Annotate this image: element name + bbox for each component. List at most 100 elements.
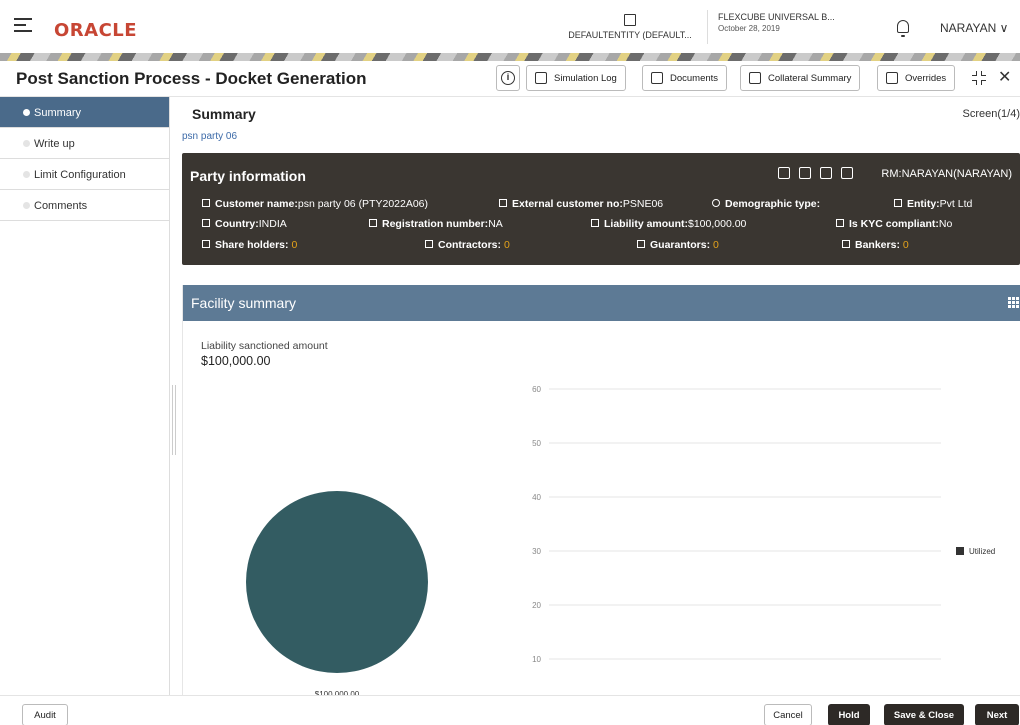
simulation-log-label: Simulation Log (554, 72, 617, 84)
app-selector[interactable]: FLEXCUBE UNIVERSAL B... October 28, 2019 (718, 12, 868, 34)
link-icon[interactable] (841, 167, 853, 179)
entity-icon (894, 199, 902, 207)
guarantors-field: Guarantors: 0 (637, 239, 719, 251)
overrides-label: Overrides (905, 72, 947, 84)
search-log-icon (535, 72, 547, 84)
relationship-manager: RM:NARAYAN(NARAYAN) (881, 168, 1012, 180)
shareholders-field: Share holders: 0 (202, 239, 297, 251)
documents-icon (651, 72, 663, 84)
liability-amount-field: Liability amount:$100,000.00 (591, 218, 746, 230)
header-divider (707, 10, 708, 44)
hierarchy-icon[interactable] (778, 167, 790, 179)
bell-icon[interactable] (897, 20, 909, 37)
main-content: Summary Screen(1/4) psn party 06 Party i… (182, 97, 1020, 695)
bankers-count[interactable]: 0 (903, 239, 909, 251)
building-icon[interactable] (799, 167, 811, 179)
documents-button[interactable]: Documents (642, 65, 728, 91)
demographic-type-field: Demographic type: (712, 198, 820, 210)
y-tick-label: 40 (532, 493, 541, 502)
id-card-icon (425, 240, 433, 248)
app-name: FLEXCUBE UNIVERSAL B... (718, 12, 835, 22)
step-dot-icon (23, 202, 30, 209)
contractors-field: Contractors: 0 (425, 239, 510, 251)
facility-summary-title: Facility summary (191, 295, 297, 311)
bankers-field: Bankers: 0 (842, 239, 909, 251)
overrides-icon (886, 72, 898, 84)
legend-label: Utilized (969, 547, 995, 556)
collateral-summary-button[interactable]: Collateral Summary (740, 65, 861, 91)
hold-button[interactable]: Hold (828, 704, 870, 725)
step-navigation: Summary Write up Limit Configuration Com… (0, 97, 170, 695)
building-icon (624, 14, 636, 26)
shareholders-count[interactable]: 0 (291, 239, 297, 251)
overrides-button[interactable]: Overrides (877, 65, 956, 91)
step-dot-icon (23, 171, 30, 178)
card-icon (499, 199, 507, 207)
liability-sanctioned-label: Liability sanctioned amount (201, 340, 328, 352)
save-close-button[interactable]: Save & Close (884, 704, 964, 725)
hamburger-menu-icon[interactable] (14, 18, 32, 32)
process-titlebar: Post Sanction Process - Docket Generatio… (0, 61, 1020, 97)
simulation-log-button[interactable]: Simulation Log (526, 65, 626, 91)
bank-icon (842, 240, 850, 248)
grid-view-icon[interactable] (1008, 297, 1019, 308)
legend-swatch (956, 547, 964, 555)
entity-field: Entity:Pvt Ltd (894, 198, 972, 210)
user-menu[interactable]: NARAYAN ∨ (940, 21, 1008, 35)
nav-item-label: Summary (34, 107, 82, 119)
pie-slice (246, 491, 428, 673)
id-card-icon (637, 240, 645, 248)
app-header: ORACLE DEFAULTENTITY (DEFAULT... FLEXCUB… (0, 0, 1020, 56)
screen-indicator: Screen(1/4) (962, 108, 1020, 120)
decorative-banner (0, 53, 1020, 61)
party-link[interactable]: psn party 06 (182, 131, 237, 142)
expand-icon[interactable] (972, 71, 986, 85)
kyc-compliant-field: Is KYC compliant:No (836, 218, 952, 230)
facility-summary-header: Facility summary (183, 285, 1020, 321)
customer-name-field: Customer name:psn party 06 (PTY2022A06) (202, 198, 428, 210)
external-customer-no-field: External customer no:PSNE06 (499, 198, 663, 210)
section-title: Summary (192, 106, 256, 122)
y-tick-label: 60 (532, 385, 541, 394)
people-icon[interactable] (820, 167, 832, 179)
next-button[interactable]: Next (975, 704, 1019, 725)
nav-item-limit-configuration[interactable]: Limit Configuration (0, 159, 169, 190)
app-date: October 28, 2019 (718, 24, 780, 33)
id-card-icon (202, 240, 210, 248)
entity-label: DEFAULTENTITY (DEFAULT... (568, 30, 692, 40)
resize-handle[interactable] (172, 385, 176, 455)
party-actions (778, 167, 853, 179)
oracle-logo: ORACLE (54, 20, 138, 41)
contractors-count[interactable]: 0 (504, 239, 510, 251)
nav-item-label: Limit Configuration (34, 169, 126, 181)
page-title: Post Sanction Process - Docket Generatio… (16, 69, 367, 88)
info-button[interactable]: i (496, 65, 520, 91)
country-field: Country:INDIA (202, 218, 287, 230)
entity-selector[interactable]: DEFAULTENTITY (DEFAULT... (555, 14, 705, 40)
action-footer: Audit Cancel Hold Save & Close Next (0, 695, 1020, 725)
y-tick-label: 30 (532, 547, 541, 556)
id-card-icon (202, 199, 210, 207)
step-dot-icon (23, 109, 30, 116)
facility-charts: $100,000.00605040302010Utilized (246, 385, 995, 695)
kyc-icon (836, 219, 844, 227)
documents-label: Documents (670, 72, 719, 84)
navigation-icon (202, 219, 210, 227)
party-information-card: Party information RM:NARAYAN(NARAYAN) Cu… (182, 153, 1020, 265)
y-tick-label: 50 (532, 439, 541, 448)
facility-summary-panel: Facility summary Liability sanctioned am… (182, 285, 1020, 695)
nav-item-label: Comments (34, 200, 88, 212)
step-dot-icon (23, 140, 30, 147)
y-tick-label: 10 (532, 655, 541, 664)
registration-number-field: Registration number:NA (369, 218, 503, 230)
nav-item-summary[interactable]: Summary (0, 97, 169, 128)
audit-button[interactable]: Audit (22, 704, 68, 725)
guarantors-count[interactable]: 0 (713, 239, 719, 251)
close-icon[interactable]: ✕ (998, 67, 1011, 87)
nav-item-comments[interactable]: Comments (0, 190, 169, 221)
hash-icon (369, 219, 377, 227)
nav-item-write-up[interactable]: Write up (0, 128, 169, 159)
party-info-title: Party information (190, 168, 306, 184)
money-icon (591, 219, 599, 227)
cancel-button[interactable]: Cancel (764, 704, 812, 725)
